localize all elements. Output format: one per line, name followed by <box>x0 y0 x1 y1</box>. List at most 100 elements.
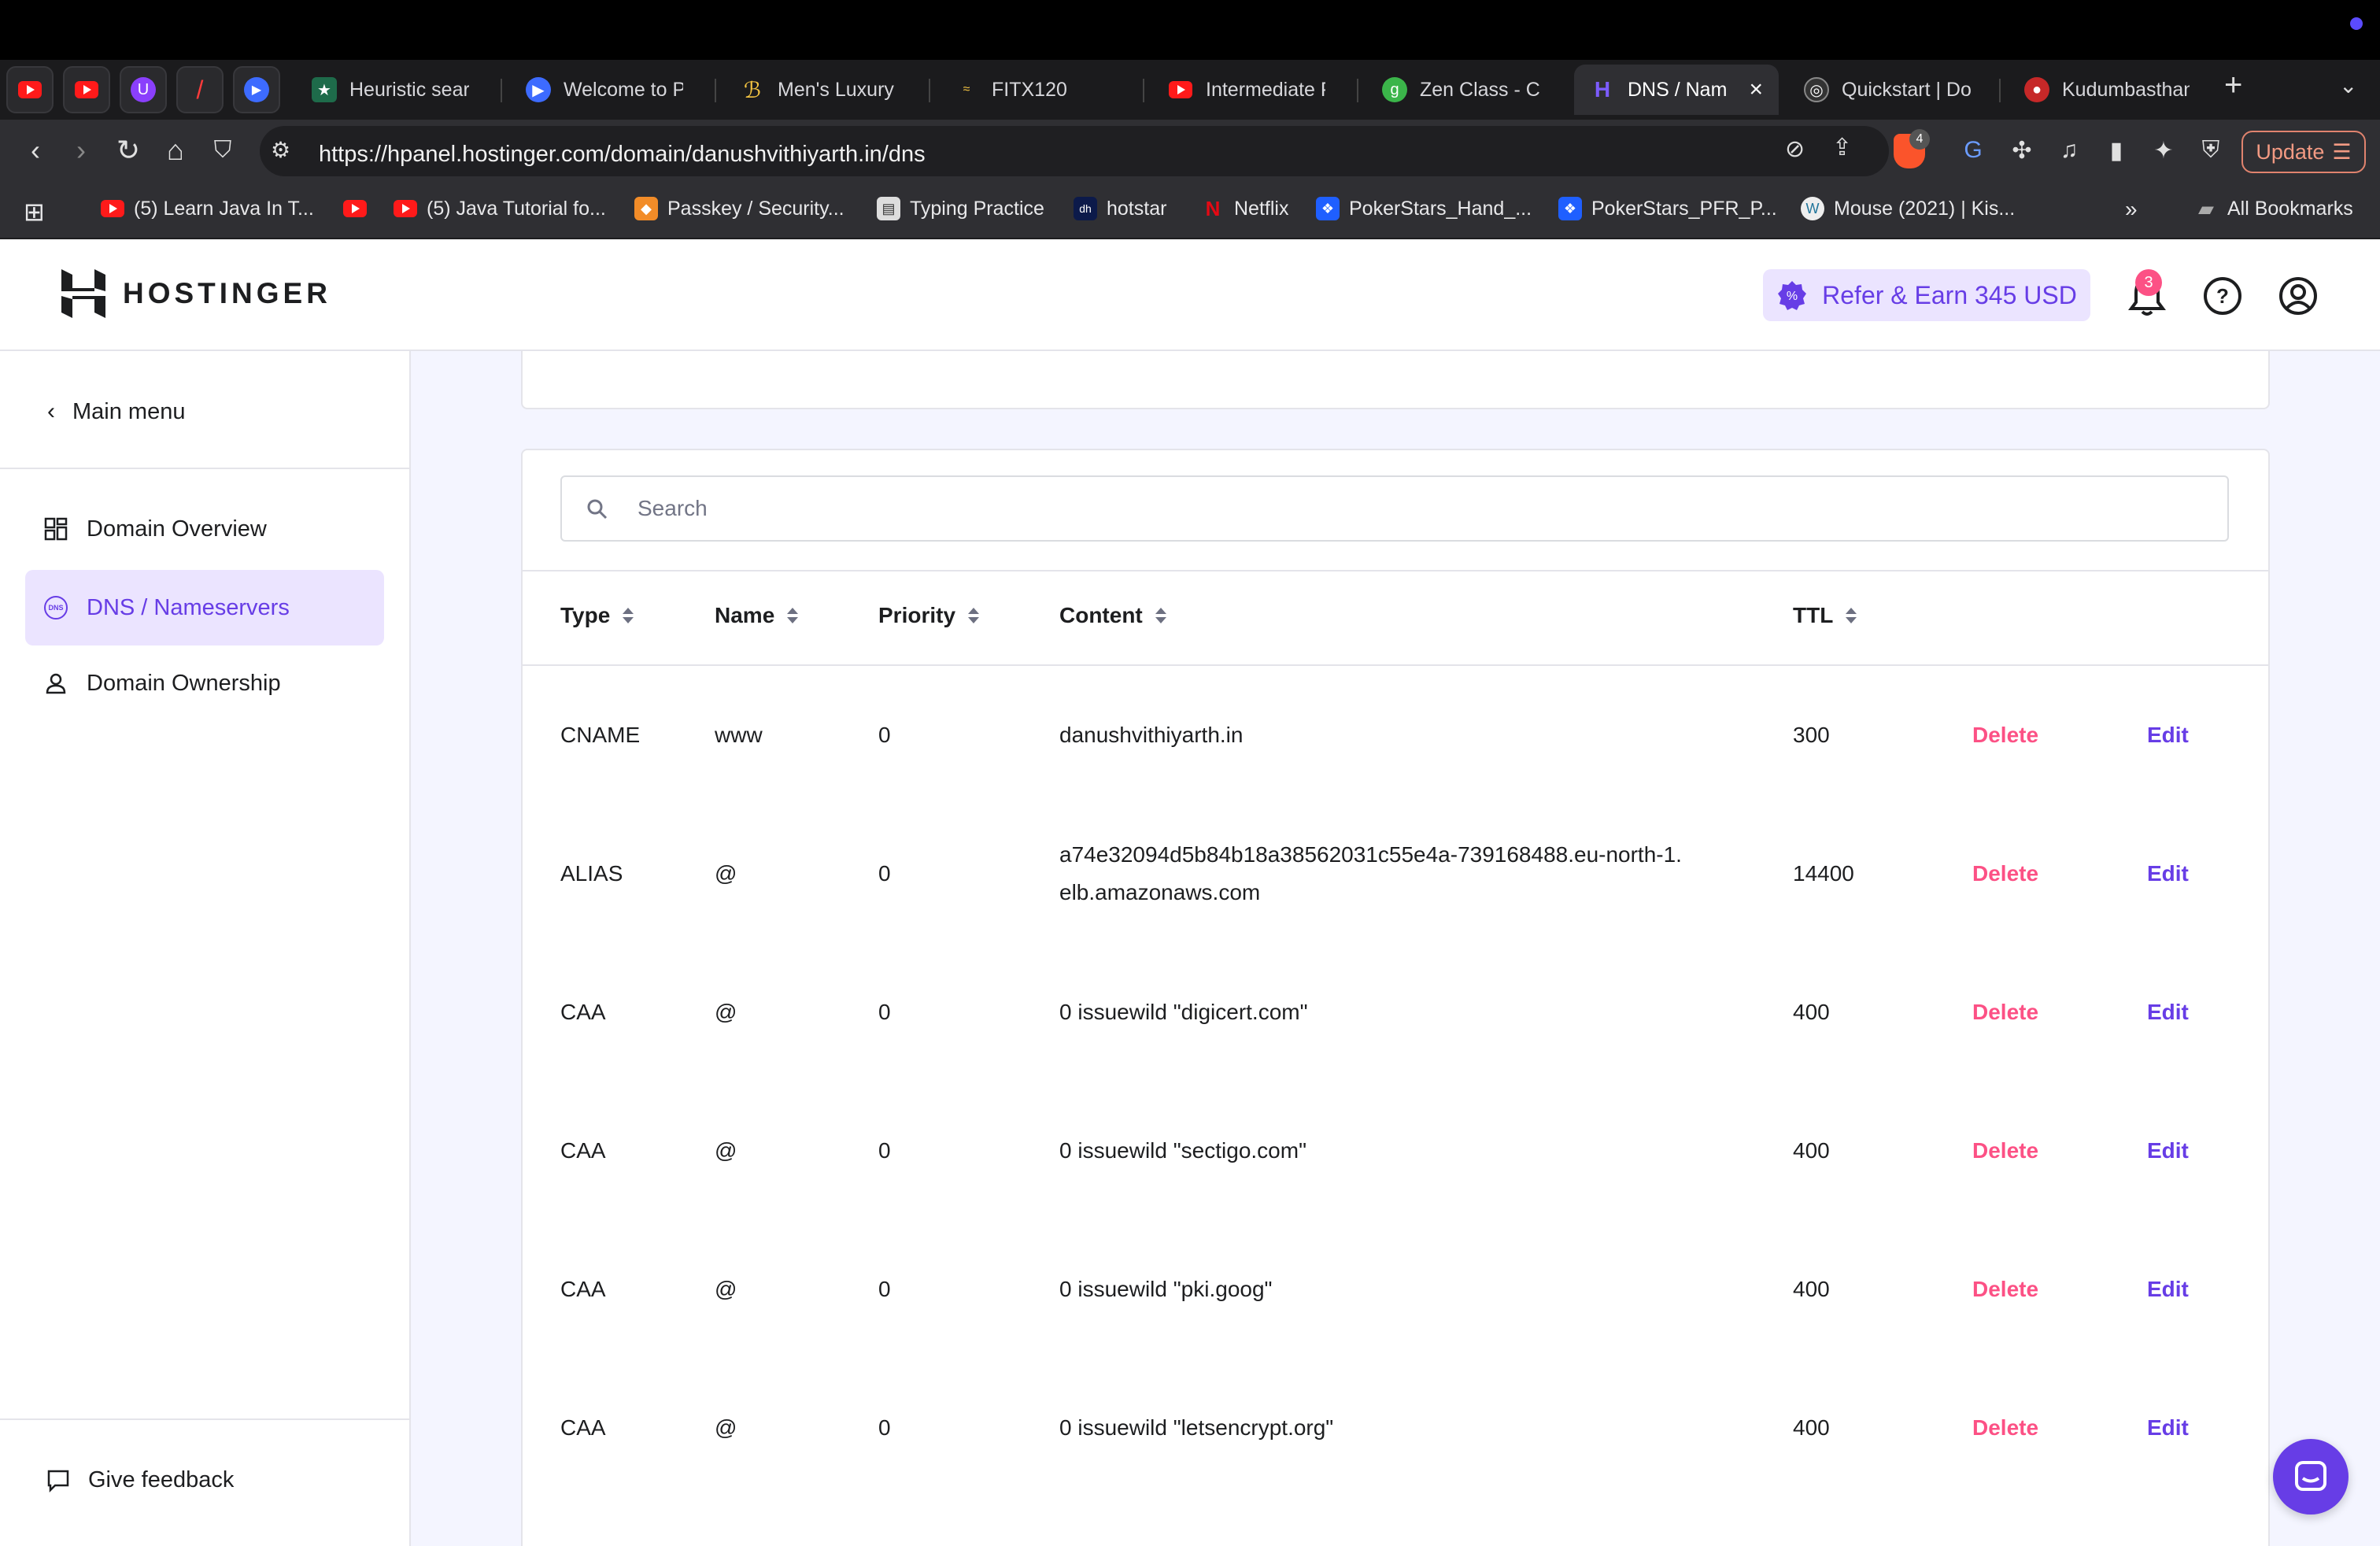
delete-button[interactable]: Delete <box>1972 993 2038 1031</box>
bookmark-passkey[interactable]: ◆ Passkey / Security... <box>634 197 844 220</box>
close-tab-icon[interactable]: × <box>1749 76 1763 103</box>
pinned-tab-player[interactable]: ▶ <box>233 66 280 113</box>
tab-heuristic[interactable]: ★ Heuristic searc <box>296 65 485 115</box>
help-icon[interactable]: ? <box>2201 274 2245 318</box>
tab-quickstart[interactable]: ◎ Quickstart | Do <box>1788 65 1994 115</box>
vpn-shield-icon[interactable]: ⛨ <box>2191 131 2230 170</box>
column-header-type[interactable]: Type <box>560 600 634 631</box>
edit-button[interactable]: Edit <box>2147 855 2189 893</box>
edit-button[interactable]: Edit <box>2147 993 2189 1031</box>
delete-button[interactable]: Delete <box>1972 716 2038 754</box>
hostinger-logo[interactable]: HOSTINGER <box>61 269 331 318</box>
pinned-tab-youtube-2[interactable] <box>63 66 110 113</box>
column-header-content[interactable]: Content <box>1059 600 1166 631</box>
column-header-name[interactable]: Name <box>715 600 799 631</box>
new-tab-icon[interactable]: + <box>2224 68 2242 103</box>
back-icon[interactable]: ‹ <box>16 131 55 170</box>
delete-button[interactable]: Delete <box>1972 1409 2038 1447</box>
url-text[interactable]: https://hpanel.hostinger.com/domain/danu… <box>319 142 926 168</box>
translate-icon[interactable]: G <box>1953 131 1993 170</box>
sidebar-item-domain-ownership[interactable]: Domain Ownership <box>25 645 384 721</box>
tab-kudumbasthan[interactable]: ● Kudumbasthan <box>2009 65 2205 115</box>
bookmark-hotstar[interactable]: dh hotstar <box>1074 197 1166 220</box>
docs-icon: ◎ <box>1804 77 1829 102</box>
dropbox-icon: ❖ <box>1558 197 1582 220</box>
edit-button[interactable]: Edit <box>2147 1132 2189 1170</box>
sidebar-toggle-icon[interactable]: ▮ <box>2097 131 2136 170</box>
give-feedback-link[interactable]: Give feedback <box>46 1467 234 1493</box>
chat-bubble-icon <box>47 1470 69 1492</box>
record-ttl: 400 <box>1793 1000 1830 1024</box>
edit-button[interactable]: Edit <box>2147 1270 2189 1308</box>
search-box[interactable] <box>560 475 2229 542</box>
bookmark-typing[interactable]: ▤ Typing Practice <box>877 197 1044 220</box>
refer-earn-button[interactable]: % Refer & Earn 345 USD <box>1763 269 2090 321</box>
delete-button[interactable]: Delete <box>1972 1132 2038 1170</box>
sidebar-item-domain-overview[interactable]: Domain Overview <box>25 491 384 567</box>
reload-icon[interactable]: ↻ <box>109 131 148 170</box>
tab-dns-active[interactable]: H DNS / Nam × <box>1574 65 1779 115</box>
pinned-tab-pen[interactable]: / <box>176 66 224 113</box>
bookmark-icon[interactable]: ⛉ <box>203 131 242 170</box>
pinned-tab-udemy[interactable]: U <box>120 66 167 113</box>
record-type: CNAME <box>560 723 641 747</box>
bookmark-learn-java[interactable]: (5) Learn Java In T... <box>101 197 314 220</box>
all-bookmarks[interactable]: ▰ All Bookmarks <box>2194 197 2353 220</box>
edit-button[interactable]: Edit <box>2147 716 2189 754</box>
bookmark-mouse[interactable]: W Mouse (2021) | Kis... <box>1801 197 2015 220</box>
record-priority: 0 <box>878 1277 891 1301</box>
account-icon[interactable] <box>2276 274 2320 318</box>
update-button[interactable]: Update ☰ <box>2241 131 2366 173</box>
edit-button[interactable]: Edit <box>2147 1409 2189 1447</box>
main-menu-link[interactable]: ‹ Main menu <box>47 398 185 425</box>
movie-icon: ● <box>2024 77 2049 102</box>
dropbox-icon: ❖ <box>1316 197 1340 220</box>
column-header-priority[interactable]: Priority <box>878 600 980 631</box>
delete-button[interactable]: Delete <box>1972 855 2038 893</box>
tab-mens-luxury[interactable]: ℬMen's Luxury W <box>724 65 913 115</box>
share-icon[interactable]: ⇪ <box>1832 134 1852 161</box>
forward-icon[interactable]: › <box>61 131 101 170</box>
bookmark-java-tutorial[interactable]: (5) Java Tutorial fo... <box>394 197 606 220</box>
bookmark-pokerstars-hand[interactable]: ❖ PokerStars_Hand_... <box>1316 197 1532 220</box>
record-content: danushvithiyarth.in <box>1059 723 1244 747</box>
bookmark-pokerstars-pfr[interactable]: ❖ PokerStars_PFR_P... <box>1558 197 1777 220</box>
record-ttl: 400 <box>1793 1277 1830 1301</box>
record-priority: 0 <box>878 861 891 886</box>
sidebar-item-dns-nameservers[interactable]: DNS DNS / Nameservers <box>25 570 384 645</box>
tab-welcome[interactable]: ▶Welcome to Pri <box>510 65 699 115</box>
bookmark-netflix[interactable]: N Netflix <box>1201 197 1289 220</box>
not-allowed-icon[interactable]: ⊘ <box>1785 135 1805 163</box>
tab-fitx[interactable]: ≈ FITX120 <box>938 65 1127 115</box>
pinned-tab-youtube-1[interactable] <box>6 66 54 113</box>
music-icon[interactable]: ♫ <box>2049 131 2089 170</box>
tab-intermediate[interactable]: Intermediate Py <box>1152 65 1341 115</box>
extensions-icon[interactable]: ✣ <box>2002 131 2042 170</box>
tab-strip: U / ▶ ★Heuristic searc ▶Welcome to Pri ℬ… <box>0 60 2380 120</box>
live-chat-button[interactable] <box>2273 1439 2349 1515</box>
delete-button[interactable]: Delete <box>1972 1270 2038 1308</box>
leo-ai-icon[interactable]: ✦ <box>2144 131 2183 170</box>
record-ttl: 14400 <box>1793 861 1854 886</box>
box-icon: ◆ <box>634 197 658 220</box>
search-input[interactable] <box>638 491 2196 526</box>
record-priority: 0 <box>878 723 891 747</box>
chevron-down-icon[interactable]: ⌄ <box>2339 72 2357 98</box>
bookmark-youtube[interactable] <box>343 197 367 220</box>
folder-icon: ▰ <box>2198 196 2214 220</box>
site-settings-icon[interactable]: ⚙ <box>271 137 290 163</box>
more-bookmarks-icon[interactable]: » <box>2125 197 2138 222</box>
home-icon[interactable]: ⌂ <box>156 131 195 170</box>
youtube-icon <box>75 81 98 98</box>
tab-zen-class[interactable]: g Zen Class - Ca <box>1366 65 1555 115</box>
divider <box>0 468 409 469</box>
column-header-ttl[interactable]: TTL <box>1793 600 1857 631</box>
record-content-continued: elb.amazonaws.com <box>1059 880 1261 904</box>
record-ttl: 400 <box>1793 1415 1830 1440</box>
chat-icon <box>2295 1461 2326 1491</box>
apps-grid-icon[interactable]: ⊞ <box>24 197 45 227</box>
table-row: ALIAS @ 0 a74e32094d5b84b18a38562031c55e… <box>523 804 2268 943</box>
sort-icon <box>787 608 799 623</box>
record-content: 0 issuewild "pki.goog" <box>1059 1277 1273 1301</box>
youtube-icon <box>394 197 417 220</box>
